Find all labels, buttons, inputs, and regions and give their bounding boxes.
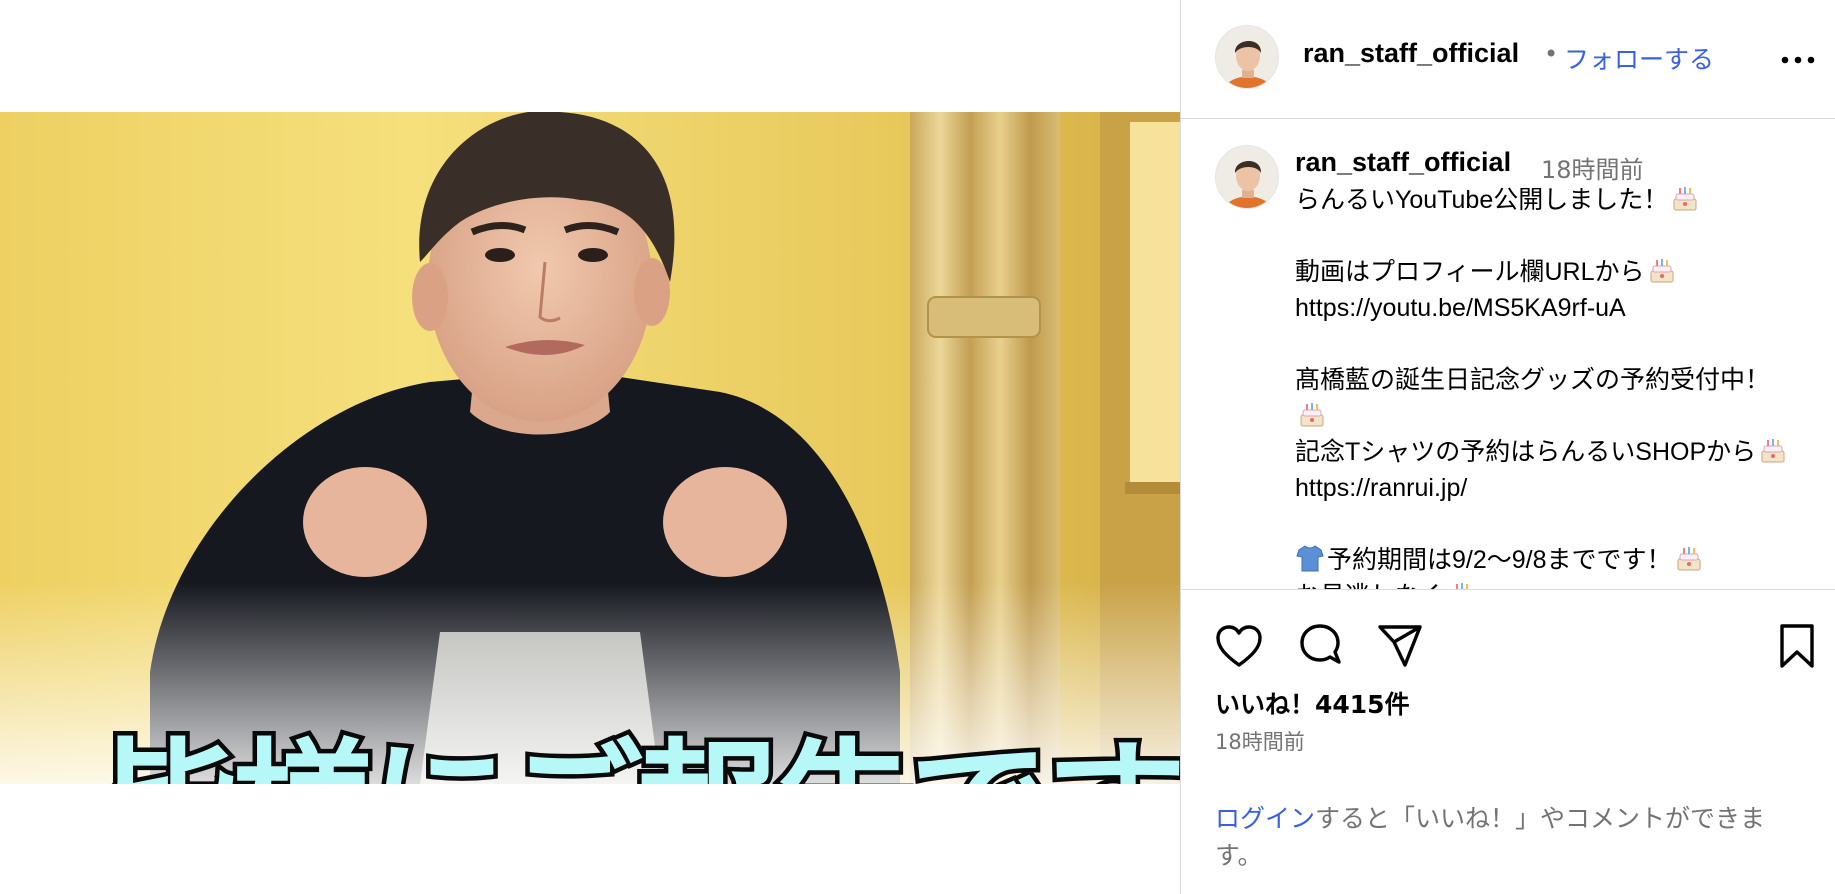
caption-url: https://youtu.be/MS5KA9rf-uA [1295, 294, 1626, 322]
post-sidebar: ran_staff_official • フォローする ran_staff_of… [1180, 0, 1835, 894]
post-video[interactable]: 皆様にご報告です [0, 112, 1180, 784]
caption-line: 記念Tシャツの予約はらんるいSHOPから [1295, 434, 1830, 470]
caption-line: 動画はプロフィール欄URLから [1295, 254, 1830, 290]
header-username[interactable]: ran_staff_official [1303, 38, 1519, 69]
post-actions: いいね！4415件 18時間前 ログインすると「いいね！」やコメントができます。 [1181, 590, 1835, 894]
avatar-image [1216, 146, 1278, 208]
caption-line: らんるいYouTube公開しました！ [1295, 182, 1830, 218]
caption-line: お見逃しなく [1295, 578, 1830, 589]
post-header: ran_staff_official • フォローする [1181, 0, 1835, 119]
share-button[interactable] [1374, 620, 1426, 672]
caption-section: ran_staff_official 18時間前 らんるいYouTube公開しま… [1181, 120, 1835, 590]
likes-count[interactable]: いいね！4415件 [1215, 685, 1410, 721]
save-button[interactable] [1771, 620, 1823, 672]
caption-username[interactable]: ran_staff_official [1295, 147, 1511, 178]
send-icon [1378, 625, 1422, 667]
video-frame-image [0, 112, 1180, 784]
caption-time: 18時間前 [1541, 156, 1644, 184]
heart-icon [1216, 625, 1262, 667]
tshirt-icon [1296, 545, 1324, 572]
cake-icon [1456, 583, 1469, 589]
follow-button[interactable]: フォローする [1564, 40, 1714, 76]
cake-icon [1300, 403, 1324, 427]
caption-url: https://ranrui.jp/ [1295, 474, 1468, 502]
comment-icon [1300, 624, 1341, 664]
caption-text: らんるいYouTube公開しました！ 動画はプロフィール欄URLから https… [1295, 182, 1830, 589]
comment-button[interactable] [1295, 620, 1347, 672]
caption-avatar[interactable] [1215, 145, 1279, 209]
caption-line: 髙橋藍の誕生日記念グッズの予約受付中！ [1295, 366, 1771, 394]
separator-dot: • [1544, 40, 1559, 68]
caption-line: 予約期間は9/2〜9/8までです！ [1295, 542, 1830, 578]
login-prompt: ログインすると「いいね！」やコメントができます。 [1215, 800, 1805, 874]
more-options-button[interactable] [1776, 40, 1820, 80]
avatar-image [1216, 26, 1278, 88]
like-button[interactable] [1213, 620, 1265, 672]
bookmark-icon [1780, 624, 1814, 668]
cake-icon [1761, 439, 1785, 463]
cake-icon [1677, 547, 1701, 571]
login-link[interactable]: ログイン [1215, 804, 1315, 833]
cake-icon [1673, 187, 1697, 211]
video-caption-text: 皆様にご報告です [92, 729, 1181, 784]
comment-button-placeholder [1475, 620, 1527, 672]
caption-line [1295, 398, 1830, 434]
post-media-pane: 皆様にご報告です [0, 0, 1180, 894]
avatar[interactable] [1215, 25, 1279, 89]
cake-icon [1650, 259, 1674, 283]
post-timestamp[interactable]: 18時間前 [1215, 726, 1305, 756]
more-horizontal-icon [1781, 56, 1815, 64]
